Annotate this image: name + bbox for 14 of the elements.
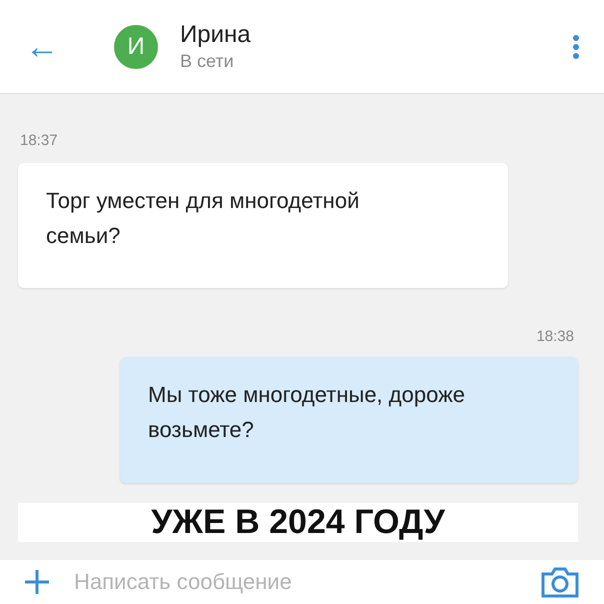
incoming-message: Торг уместен для многодетной семьи? xyxy=(18,163,508,288)
plus-icon[interactable] xyxy=(24,569,50,595)
outgoing-message: Мы тоже многодетные, дороже возьмете? xyxy=(120,357,578,483)
contact-name: Ирина xyxy=(180,21,252,49)
message-input[interactable]: Написать сообщение xyxy=(72,568,540,596)
back-button[interactable]: ← xyxy=(22,30,62,64)
message-composer[interactable]: Написать сообщение xyxy=(0,560,604,604)
message-time: 18:38 xyxy=(536,328,574,345)
camera-icon[interactable] xyxy=(540,566,580,598)
contact-status: В сети xyxy=(180,51,235,72)
message-time: 18:37 xyxy=(20,132,58,149)
menu-icon[interactable] xyxy=(572,34,580,60)
meme-caption: УЖЕ В 2024 ГОДУ xyxy=(18,503,578,542)
avatar: И xyxy=(114,24,158,68)
